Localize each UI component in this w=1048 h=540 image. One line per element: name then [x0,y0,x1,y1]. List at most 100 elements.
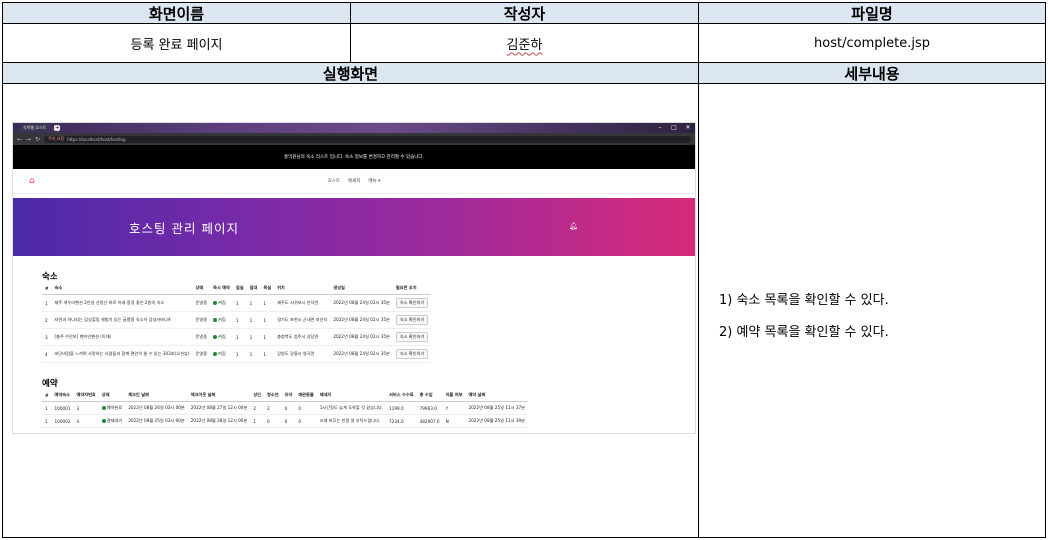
table-cell: 2 [42,311,52,329]
table-cell: 1 [232,311,247,329]
table-cell: 1 [42,414,52,428]
view-listing-button[interactable]: 숙소 확인하기 [395,315,429,325]
table-cell: 제주도 서귀포시 안덕면 [274,294,331,312]
check-icon [101,406,106,410]
column-header: 애완동물 [295,389,317,402]
browser-tab[interactable]: 숙박웹 호스트 [19,124,51,132]
table-cell: 운영중 [192,311,211,329]
browser-addressbar: ← → ↻ 주의 요함 https://localhost/host/hosti… [13,133,695,145]
column-header: 청소년 [264,389,282,402]
table-cell: 100001 [51,401,74,415]
table-cell: 2022년 08월 25일 11시 37분 [465,401,529,415]
tab-title: 숙박웹 호스트 [23,125,47,130]
column-header: 체크인 날짜 [125,389,188,402]
column-header: 서비스 수수료 [386,389,417,402]
table-cell: 0 [281,401,296,415]
table-cell: 켜짐 [210,294,233,312]
table-cell: 자연과 하나되는 감성힐링 체험이 있는 글램핑 숙소의 감성카바나A [51,311,193,329]
file-name-value: host/complete.jsp [698,23,1046,63]
column-header: 예약숙소 [51,389,74,402]
table-cell: 482907.0 [416,414,443,428]
column-header: 생성일 [330,282,393,295]
table-cell: 경기도 포천시 군내면 마산리 [274,311,331,329]
airbnb-logo-icon[interactable]: ⌂ [29,176,35,186]
url-text: https://localhost/host/hosting [67,136,126,142]
table-cell: 제주 게우리펜션 2인실 산방산 바로 아래 풍경 좋은 2층의 숙소 [51,294,193,312]
table-cell: 1 [260,328,275,346]
column-header: # [42,389,52,402]
new-tab-icon[interactable]: + [54,125,61,131]
table-cell: 숙소 확인하기 [392,311,432,329]
table-cell: 1 [246,294,261,312]
table-cell: 충청북도 청주시 상당면 [274,328,331,346]
nav-link[interactable]: 호스트 [328,178,340,184]
table-cell: 켜짐 [210,345,233,363]
notice-bar: 홍먹원님의 숙소 리스트 입니다. 숙소 정보를 변경하고 관리할 수 있습니다… [13,145,695,169]
table-cell: 1 [246,345,261,363]
execution-screen-cell: 숙박웹 호스트 + – □ ✕ ← → ↻ 주의 요함 https://loca… [2,83,699,538]
close-icon[interactable]: ✕ [681,123,695,133]
table-cell: 2022년 08월 24일 02시 35분 [330,345,393,363]
table-cell: 켜짐 [210,328,233,346]
column-header: 침실 [232,282,247,295]
file-name-label: 파일명 [698,2,1046,24]
check-icon [213,335,218,339]
check-icon [213,352,218,356]
table-cell: 0 [281,414,296,428]
column-header: 예약자번호 [73,389,99,402]
column-header: 숙소 [51,282,193,295]
view-listing-button[interactable]: 숙소 확인하기 [395,349,429,359]
column-header: 침대 [246,282,261,295]
column-header: # [42,282,52,295]
table-cell: 1 [42,401,52,415]
table-cell: 2022년 08월 24일 02시 35분 [330,328,393,346]
table-cell: 2 [264,401,282,415]
table-cell: 1 [246,328,261,346]
table-cell: 1시간정도 늦게 도착할 것 같습니다. [316,401,387,415]
status-text: 켜짐 [218,351,226,356]
column-header: 지불 여부 [442,389,466,402]
back-icon[interactable]: ← [17,136,22,143]
column-header: 즉시 예약 [210,282,233,295]
table-cell: 2022년 08월 27일 12시 00분 [187,401,251,415]
column-header: 욕실 [260,282,275,295]
table-cell: 0 [295,414,317,428]
table-cell: 1199.0 [386,401,417,415]
table-cell: 오래 머무는 만큼 잘 부탁드립니다. [316,414,387,428]
details-item: 1) 숙소 목록을 확인할 수 있다. [719,293,889,308]
table-row: 2 자연과 하나되는 감성힐링 체험이 있는 글램핑 숙소의 감성카바나A 운영중 켜… [42,311,432,329]
table-cell: 1 [260,294,275,312]
forward-icon[interactable]: → [26,136,31,143]
table-row: 3 [충주 수안보] 펜이인펜션 (독채) 운영중 켜짐 1 1 1 충청북도 청주시 상당면… [42,328,432,346]
column-header: 성인 [250,389,265,402]
status-text: 예약완료 [106,405,123,410]
table-cell: 숙소 확인하기 [392,294,432,312]
column-header: 필요한 조치 [392,282,432,295]
view-listing-button[interactable]: 숙소 확인하기 [395,298,429,308]
author-text: 김준하 [506,37,543,53]
nav-link[interactable]: 메뉴 ▾ [368,178,380,184]
url-field[interactable]: 주의 요함 https://localhost/host/hosting [44,135,691,143]
minimize-icon[interactable]: – [653,123,667,133]
table-cell: 1 [260,345,275,363]
bell-icon[interactable]: 🔔︎ [569,222,578,230]
table-cell: 2022년 08월 24일 02시 35분 [330,311,393,329]
table-cell: 1 [232,328,247,346]
browser-tabstrip: 숙박웹 호스트 + – □ ✕ [13,123,695,133]
nav-link[interactable]: 메세지 [348,178,360,184]
table-cell: 7234.0 [386,414,417,428]
table-cell: 숙소 확인하기 [392,328,432,346]
details-item: 2) 예약 목록을 확인할 수 있다. [719,325,889,340]
reload-icon[interactable]: ↻ [35,136,40,143]
table-cell: 2022년 08월 25일 11시 39분 [465,414,529,428]
details-list: 1) 숙소 목록을 확인할 수 있다. 2) 예약 목록을 확인할 수 있다. [719,289,889,353]
table-cell: 0 [295,401,317,415]
maximize-icon[interactable]: □ [667,123,681,133]
table-cell: 2 [250,401,265,415]
reservations-title: 예약 [42,379,58,389]
spec-table: 화면이름 작성자 파일명 등록 완료 페이지 김준하 host/complete… [2,2,1046,538]
table-cell: 3 [73,401,99,415]
view-listing-button[interactable]: 숙소 확인하기 [395,332,429,342]
table-cell: 2022년 08월 28일 12시 00분 [187,414,251,428]
table-cell: 4 [42,345,52,363]
